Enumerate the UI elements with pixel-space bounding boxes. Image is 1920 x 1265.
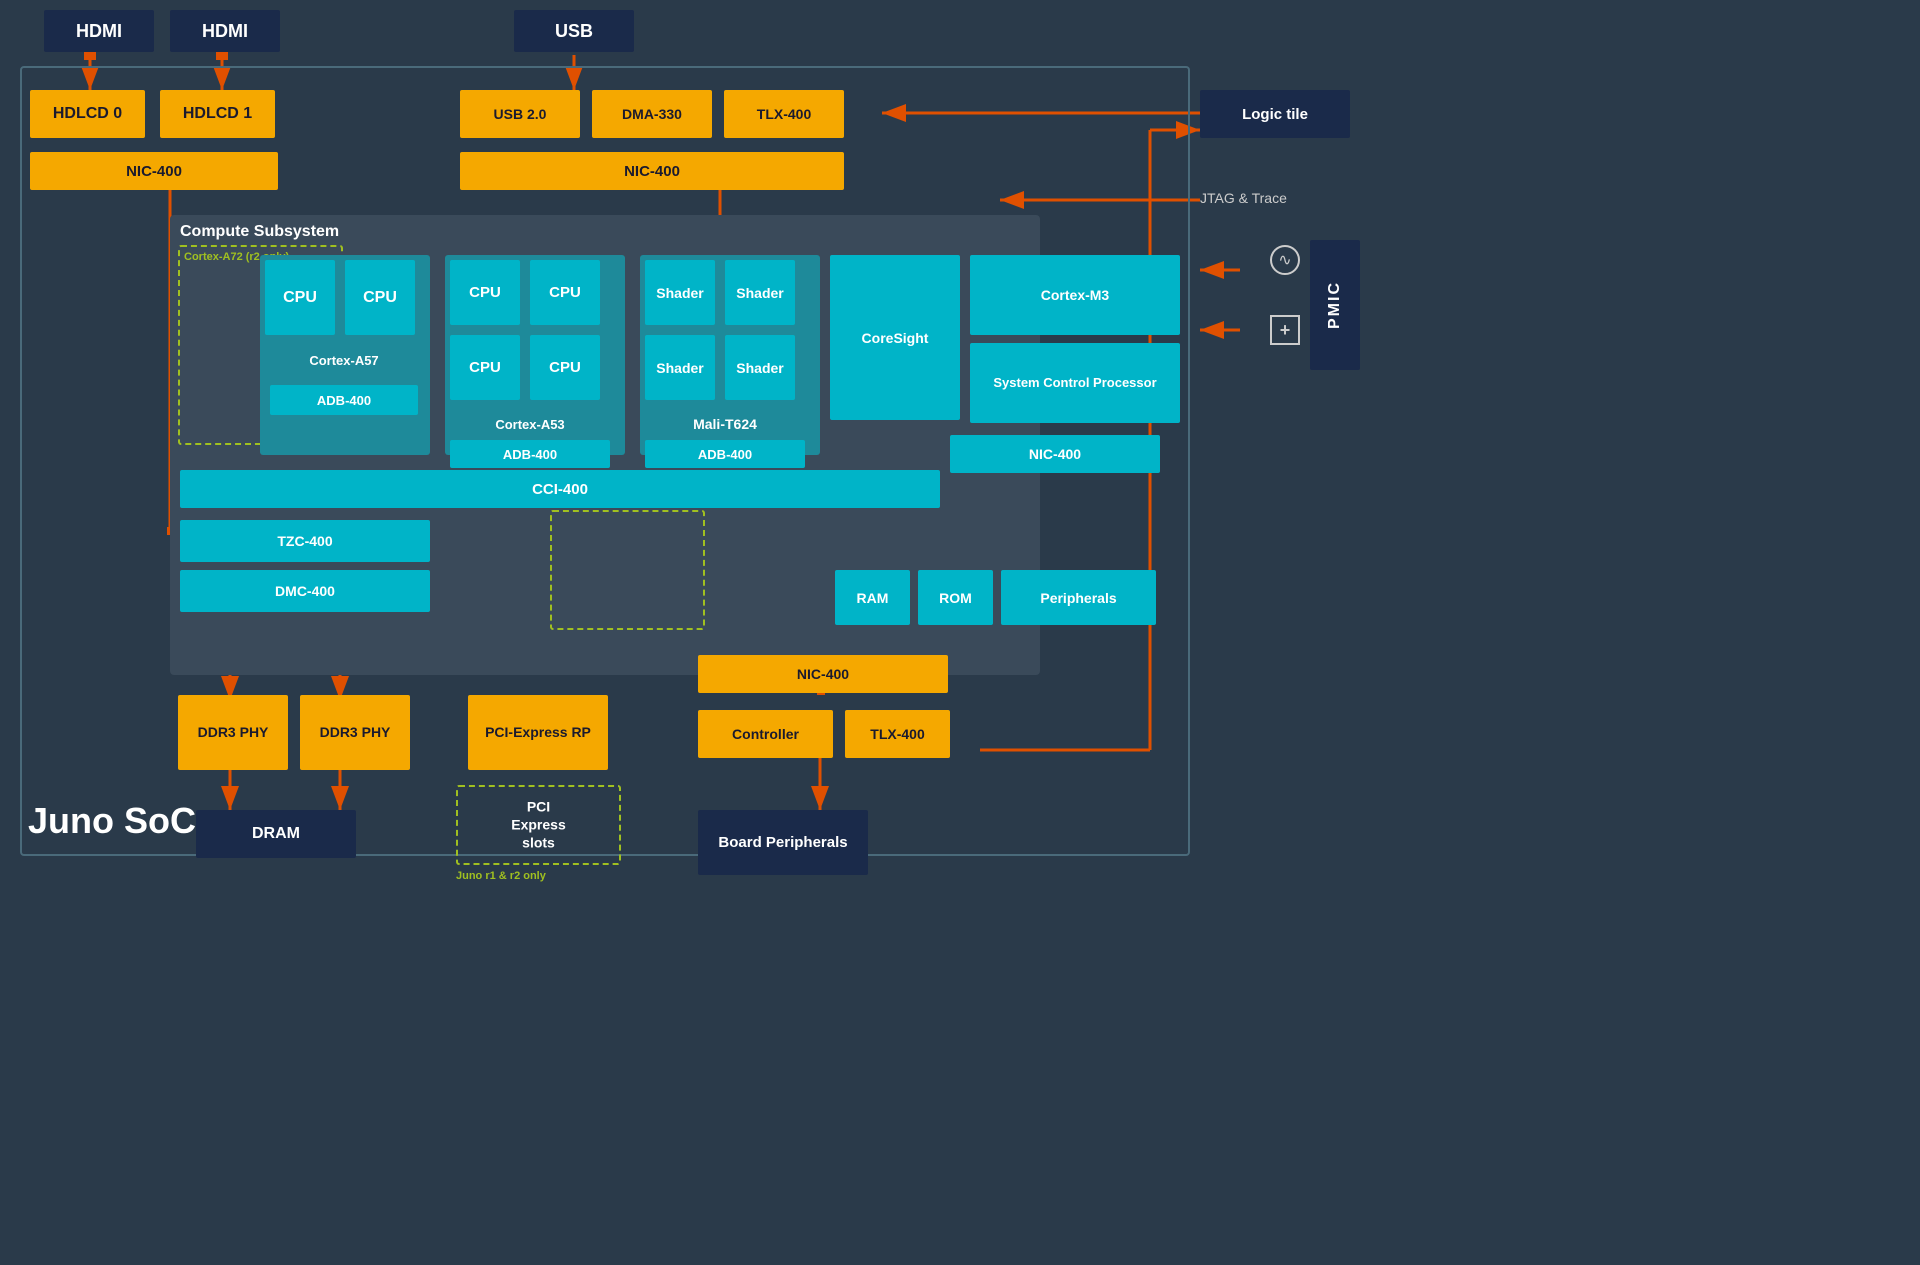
shader-2: Shader — [725, 260, 795, 325]
ddr3-phy2-box: DDR3 PHY — [300, 695, 410, 770]
adb400-a57: ADB-400 — [270, 385, 418, 415]
cpu-a53-1: CPU — [450, 260, 520, 325]
shader-1: Shader — [645, 260, 715, 325]
pci-express-rp-box: PCI-Express RP — [468, 695, 608, 770]
hdmi1-box: HDMI — [44, 10, 154, 52]
coresight-box: CoreSight — [830, 255, 960, 420]
cortex-a53-label: Cortex-A53 — [450, 410, 610, 438]
board-peripherals-box: Board Peripherals — [698, 810, 868, 875]
compute-subsystem-label: Compute Subsystem — [180, 223, 1050, 241]
cci400-box: CCI-400 — [180, 470, 940, 508]
logic-tile-box: Logic tile — [1200, 90, 1350, 138]
peripherals-box: Peripherals — [1001, 570, 1156, 625]
adb400-a53: ADB-400 — [450, 440, 610, 468]
tzc400-box: TZC-400 — [180, 520, 430, 562]
nic400-bottom-box: NIC-400 — [698, 655, 948, 693]
cpu-a57-2: CPU — [345, 260, 415, 335]
pci-dashed-inner — [550, 510, 705, 630]
mali-t624-label: Mali-T624 — [645, 410, 805, 438]
adb400-mali: ADB-400 — [645, 440, 805, 468]
pci-express-slots-dashed: PCI Express slots — [456, 785, 621, 865]
hdmi2-box: HDMI — [170, 10, 280, 52]
oscillator-symbol: ∿ — [1270, 245, 1300, 275]
dmc400-box: DMC-400 — [180, 570, 430, 612]
cortex-a57-label: Cortex-A57 — [270, 345, 418, 375]
shader-4: Shader — [725, 335, 795, 400]
pci-express-slots-label: PCI Express slots — [498, 798, 579, 853]
ram-box: RAM — [835, 570, 910, 625]
cortex-a53-group: CPU CPU CPU CPU Cortex-A53 ADB-400 — [445, 255, 625, 455]
diagram-container: HDMI HDMI USB HDLCD 0 HDLCD 1 NIC-400 US… — [0, 0, 1366, 870]
dram-box: DRAM — [196, 810, 356, 858]
cpu-a53-3: CPU — [450, 335, 520, 400]
juno-r1-r2-label: Juno r1 & r2 only — [456, 870, 546, 882]
cpu-a53-2: CPU — [530, 260, 600, 325]
system-control-processor-box: System Control Processor — [970, 343, 1180, 423]
mali-group: Shader Shader Shader Shader Mali-T624 AD… — [640, 255, 820, 455]
jtag-trace-label: JTAG & Trace — [1200, 190, 1287, 206]
tlx400-bottom-box: TLX-400 — [845, 710, 950, 758]
cortex-m3-box: Cortex-M3 — [970, 255, 1180, 335]
usb-top-box: USB — [514, 10, 634, 52]
compute-subsystem: Compute Subsystem Cortex-A72 (r2 only) C… — [170, 215, 1040, 675]
shader-3: Shader — [645, 335, 715, 400]
ddr3-phy1-box: DDR3 PHY — [178, 695, 288, 770]
pmic-box: PMIC — [1310, 240, 1360, 370]
battery-symbol: + — [1270, 315, 1300, 345]
cpu-a57-1: CPU — [265, 260, 335, 335]
cpu-a53-4: CPU — [530, 335, 600, 400]
controller-box: Controller — [698, 710, 833, 758]
juno-soc-label: Juno SoC — [28, 800, 196, 842]
cortex-a57-group: CPU CPU Cortex-A57 ADB-400 — [260, 255, 430, 455]
nic400-inner-box: NIC-400 — [950, 435, 1160, 473]
rom-box: ROM — [918, 570, 993, 625]
